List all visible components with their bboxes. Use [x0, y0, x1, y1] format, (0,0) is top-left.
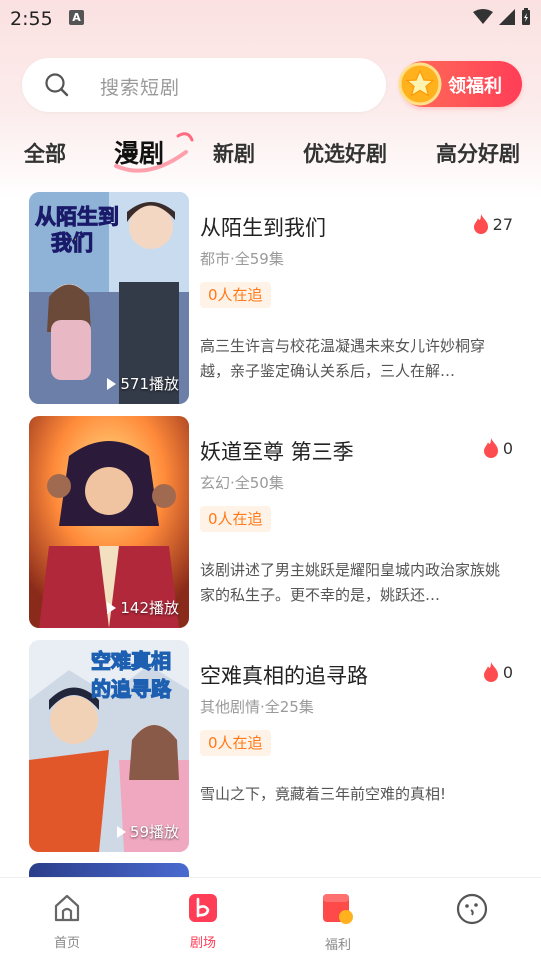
welfare-label: 领福利 — [448, 76, 502, 97]
cover-image[interactable]: 空难真相 的追寻路 59播放 — [29, 640, 189, 852]
welfare-button[interactable]: 领福利 — [398, 61, 522, 107]
heat-value: 0 — [502, 438, 513, 458]
heat-indicator: 27 — [473, 214, 513, 234]
svg-text:的追寻路: 的追寻路 — [91, 677, 172, 701]
item-meta: 其他剧情·全25集 — [200, 698, 314, 716]
item-meta: 都市·全59集 — [200, 250, 284, 268]
signal-icon — [499, 9, 515, 25]
heat-indicator: 0 — [483, 662, 513, 682]
nav-theater[interactable]: 剧场 — [163, 892, 243, 951]
cover-image[interactable]: 从陌生到 我们 571播放 — [29, 192, 189, 404]
cover-image[interactable]: 142播放 — [29, 416, 189, 628]
tab-all[interactable]: 全部 — [24, 138, 66, 168]
svg-text:空难真相: 空难真相 — [91, 649, 171, 673]
play-count: 142播放 — [107, 597, 179, 618]
play-count: 571播放 — [107, 373, 179, 394]
play-icon — [107, 601, 117, 614]
item-description: 雪山之下，竟藏着三年前空难的真相! — [200, 785, 447, 803]
list-item[interactable]: 从陌生到 我们 571播放 从陌生到我们 27 都市·全59集 0人在追 高三生… — [0, 190, 541, 404]
follow-badge: 0人在追 — [200, 730, 271, 756]
item-description: 该剧讲述了男主姚跃是耀阳皇城内政治家族姚家的私生子。更不幸的是，姚跃还… — [200, 561, 501, 604]
bottom-nav: 首页 剧场 福利 — [0, 877, 541, 961]
item-meta: 玄幻·全50集 — [200, 474, 284, 492]
heat-value: 0 — [502, 662, 513, 682]
svg-text:我们: 我们 — [51, 231, 93, 255]
wifi-icon — [473, 9, 493, 24]
battery-icon — [522, 8, 530, 25]
item-description: 高三生许言与校花温凝遇未来女儿许妙桐穿越，亲子鉴定确认关系后，三人在解… — [200, 337, 486, 380]
heat-value: 27 — [492, 214, 513, 234]
play-count: 59播放 — [116, 821, 179, 842]
tab-high-score[interactable]: 高分好剧 — [436, 138, 520, 168]
nav-home-label: 首页 — [53, 936, 80, 951]
cover-title-art: 空难真相 的追寻路 — [90, 648, 172, 701]
follow-badge: 0人在追 — [200, 282, 271, 308]
gift-icon — [323, 894, 353, 924]
play-count-label: 142播放 — [120, 599, 179, 617]
list-item[interactable]: 空难真相 的追寻路 59播放 空难真相的追寻路 0 其他剧情·全25集 0人在追… — [0, 638, 541, 852]
search-icon — [45, 73, 69, 97]
profile-face-icon — [456, 893, 488, 925]
play-icon — [116, 825, 126, 838]
flame-icon — [483, 438, 498, 458]
search-input[interactable]: 搜索短剧 — [22, 58, 386, 112]
nav-home[interactable]: 首页 — [27, 892, 107, 951]
tab-new[interactable]: 新剧 — [213, 138, 255, 168]
nav-welfare[interactable]: 福利 — [298, 892, 378, 953]
play-count-label: 571播放 — [120, 375, 179, 393]
tab-comic-drama[interactable]: 漫剧 — [114, 134, 164, 170]
star-coin-icon — [398, 62, 442, 106]
status-time: 2:55 — [10, 8, 53, 30]
status-bar: 2:55 A — [0, 0, 541, 36]
category-tabs: 全部 漫剧 新剧 优选好剧 高分好剧 — [0, 130, 541, 174]
list-item[interactable]: 142播放 妖道至尊 第三季 0 玄幻·全50集 0人在追 该剧讲述了男主姚跃是… — [0, 414, 541, 628]
flame-icon — [483, 662, 498, 682]
svg-text:从陌生到: 从陌生到 — [35, 205, 119, 229]
flame-icon — [473, 214, 488, 234]
nav-theater-label: 剧场 — [189, 936, 216, 951]
item-title: 妖道至尊 第三季 — [200, 440, 354, 464]
follow-badge: 0人在追 — [200, 506, 271, 532]
theater-icon — [189, 894, 217, 922]
nav-welfare-label: 福利 — [324, 938, 351, 953]
nav-profile[interactable] — [432, 892, 512, 934]
heat-indicator: 0 — [483, 438, 513, 458]
search-placeholder: 搜索短剧 — [100, 77, 181, 99]
item-title: 空难真相的追寻路 — [200, 664, 368, 688]
status-icons — [473, 8, 531, 26]
tab-selected[interactable]: 优选好剧 — [303, 138, 387, 168]
play-count-label: 59播放 — [129, 823, 179, 841]
item-title: 从陌生到我们 — [200, 216, 326, 240]
home-icon — [54, 894, 80, 922]
notification-a-icon: A — [69, 10, 84, 25]
cover-title-art: 从陌生到 我们 — [35, 205, 120, 256]
play-icon — [107, 377, 117, 390]
